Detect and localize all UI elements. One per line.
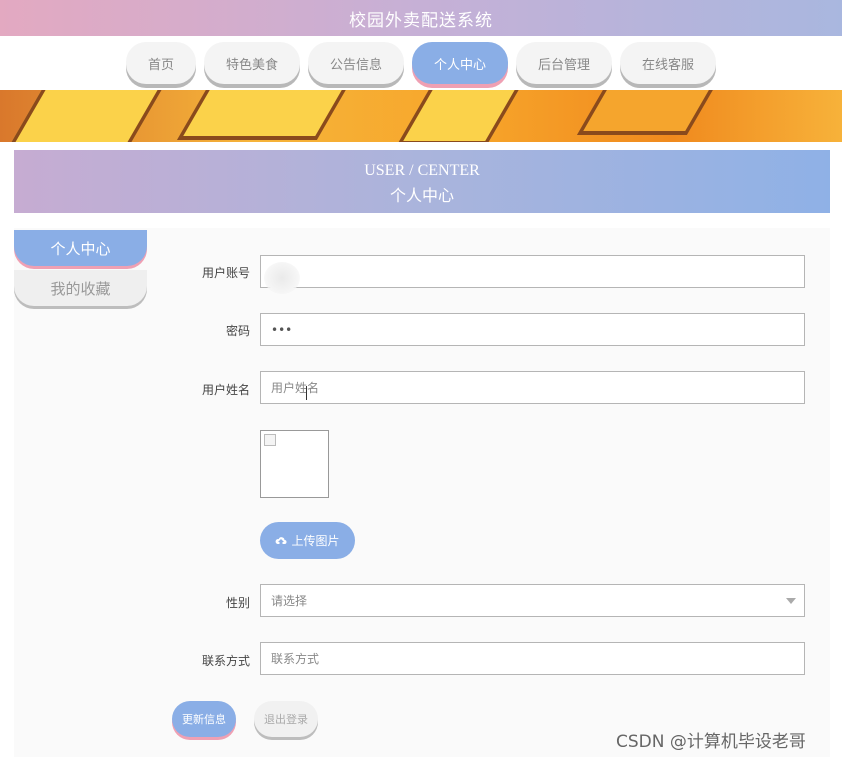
broken-image-icon	[264, 434, 276, 446]
nav-item-announcements[interactable]: 公告信息	[307, 42, 404, 84]
account-value-blur	[264, 262, 300, 294]
update-info-button[interactable]: 更新信息	[172, 701, 236, 737]
text-cursor	[306, 386, 312, 400]
upload-image-button[interactable]: 上传图片	[260, 522, 355, 559]
password-field[interactable]: •••	[260, 313, 805, 346]
main-nav: 首页 特色美食 公告信息 个人中心 后台管理 在线客服	[0, 36, 842, 90]
sidebar-item-user-center[interactable]: 个人中心	[14, 230, 147, 266]
nav-item-featured-food[interactable]: 特色美食	[203, 42, 300, 84]
logout-button[interactable]: 退出登录	[254, 701, 318, 737]
sidebar-item-favorites[interactable]: 我的收藏	[14, 270, 147, 306]
banner-image	[0, 90, 842, 142]
password-label: 密码	[225, 324, 250, 338]
app-header: 校园外卖配送系统	[0, 0, 842, 36]
avatar-image-preview	[260, 430, 329, 498]
contact-field[interactable]: 联系方式	[260, 642, 805, 675]
contact-label: 联系方式	[201, 654, 250, 668]
upload-image-label: 上传图片	[291, 534, 340, 548]
gender-select[interactable]: 请选择	[260, 584, 805, 617]
nav-item-home[interactable]: 首页	[125, 42, 196, 84]
gender-select-value: 请选择	[271, 594, 308, 608]
name-label: 用户姓名	[201, 383, 250, 397]
section-header: USER / CENTER 个人中心	[14, 150, 830, 213]
account-label: 用户账号	[201, 266, 250, 280]
app-title: 校园外卖配送系统	[349, 10, 493, 31]
watermark-text: CSDN @计算机毕设老哥	[616, 732, 806, 752]
section-title-en: USER / CENTER	[364, 162, 480, 179]
name-field[interactable]: 用户姓名	[260, 371, 805, 404]
gender-label: 性别	[225, 596, 250, 610]
chevron-down-icon	[786, 598, 796, 604]
nav-item-admin[interactable]: 后台管理	[516, 42, 613, 84]
account-field[interactable]	[260, 255, 805, 288]
cloud-upload-icon	[276, 536, 287, 544]
nav-item-online-service[interactable]: 在线客服	[620, 42, 717, 84]
nav-item-user-center[interactable]: 个人中心	[412, 42, 509, 84]
section-title-cn: 个人中心	[389, 186, 454, 205]
content-panel	[14, 228, 830, 757]
